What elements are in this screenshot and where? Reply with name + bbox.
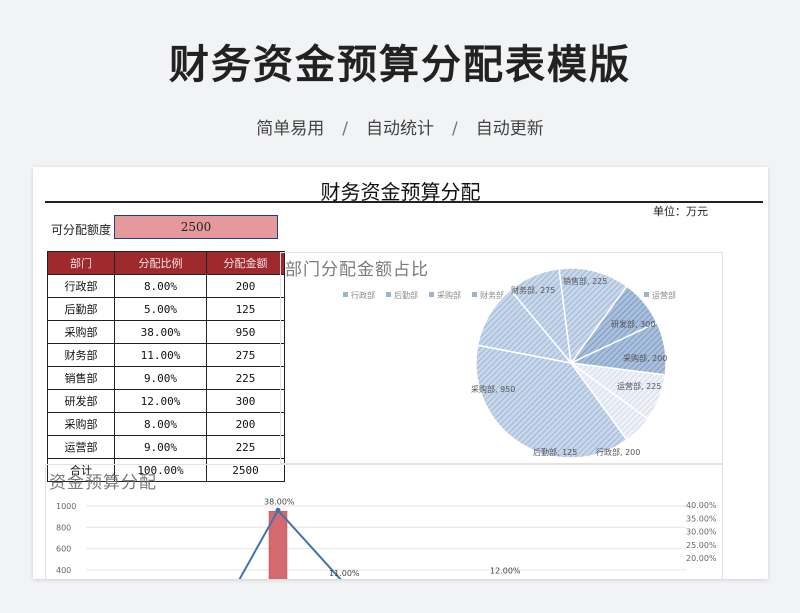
- alloc-value-cell[interactable]: 2500: [114, 215, 278, 239]
- pie-data-label: 运营部, 225: [617, 381, 661, 391]
- y-left-tick: 1000: [56, 502, 76, 511]
- ratio-label: 12.00%: [490, 567, 521, 576]
- legend-label: 采购部: [437, 290, 461, 300]
- ratio-label: 11.00%: [329, 569, 360, 578]
- pie-data-label: 销售部, 225: [563, 276, 607, 286]
- table-row: 采购部 38.00% 950: [47, 320, 285, 344]
- legend-item: 后勤部: [386, 290, 418, 300]
- table-row: 运营部 9.00% 225: [47, 435, 285, 459]
- pie-data-label: 采购部, 200: [623, 353, 667, 363]
- tag-separator: /: [452, 119, 458, 139]
- bar-chart-panel[interactable]: 资金预算分配 1000 800 600 400 40.00% 35.00% 30.00% 25…: [45, 464, 723, 579]
- unit-label: 单位：万元: [653, 205, 708, 218]
- bar-axes: 1000 800 600 400 40.00% 35.00% 30.00% 25.00% 20.…: [56, 501, 717, 575]
- y-left-tick: 600: [56, 545, 71, 554]
- cell-dept[interactable]: 研发部: [47, 389, 115, 413]
- pie-data-label: 采购部, 950: [471, 384, 515, 394]
- pie-data-label: 研发部, 300: [611, 319, 655, 329]
- legend-swatch: [386, 292, 391, 297]
- cell-ratio[interactable]: 11.00%: [114, 343, 207, 367]
- cell-ratio[interactable]: 9.00%: [114, 366, 207, 390]
- legend-label: 运营部: [652, 290, 676, 300]
- y-right-tick: 40.00%: [686, 501, 717, 510]
- ratio-point: [275, 507, 281, 513]
- cell-amount[interactable]: 275: [206, 343, 285, 367]
- legend-item: 运营部: [644, 290, 676, 300]
- legend-label: 行政部: [351, 290, 375, 300]
- banner-title: 财务资金预算分配表模版: [169, 42, 631, 88]
- y-right-tick: 30.00%: [686, 528, 717, 537]
- legend-item: 财务部: [472, 290, 504, 300]
- table-row: 行政部 8.00% 200: [47, 274, 285, 298]
- legend-swatch: [644, 292, 649, 297]
- cell-amount[interactable]: 200: [206, 412, 285, 436]
- header-ratio: 分配比例: [114, 251, 207, 275]
- cell-amount[interactable]: 225: [206, 435, 285, 459]
- legend-swatch: [343, 292, 348, 297]
- table-row: 采购部 8.00% 200: [47, 412, 285, 436]
- legend-label: 后勤部: [394, 290, 418, 300]
- header-dept: 部门: [47, 251, 115, 275]
- y-right-tick: 20.00%: [686, 554, 717, 563]
- ratio-label: 38.00%: [264, 497, 295, 506]
- legend-item: 行政部: [343, 290, 375, 300]
- pie-chart-panel[interactable]: 部门分配金额占比 行政部后勤部采购部财务部销售部研发部采购部运营部 行政部, 2…: [280, 252, 723, 464]
- cell-amount[interactable]: 950: [206, 320, 285, 344]
- cell-dept[interactable]: 采购部: [47, 412, 115, 436]
- pie-data-label: 行政部, 200: [596, 447, 640, 457]
- table-row: 销售部 9.00% 225: [47, 366, 285, 390]
- cell-ratio[interactable]: 8.00%: [114, 274, 207, 298]
- table-row: 后勤部 5.00% 125: [47, 297, 285, 321]
- tag-separator: /: [342, 119, 348, 139]
- table-row: 研发部 12.00% 300: [47, 389, 285, 413]
- pie-data-label: 后勤部, 125: [533, 447, 577, 457]
- cell-amount[interactable]: 200: [206, 274, 285, 298]
- tag-auto-update: 自动更新: [475, 119, 544, 139]
- pie-data-label: 财务部, 275: [511, 285, 555, 295]
- cell-ratio[interactable]: 9.00%: [114, 435, 207, 459]
- cell-dept[interactable]: 后勤部: [47, 297, 115, 321]
- cell-ratio[interactable]: 12.00%: [114, 389, 207, 413]
- legend-item: 采购部: [429, 290, 461, 300]
- cell-ratio[interactable]: 8.00%: [114, 412, 207, 436]
- table-row: 财务部 11.00% 275: [47, 343, 285, 367]
- header-amount: 分配金额: [206, 251, 285, 275]
- cell-dept[interactable]: 财务部: [47, 343, 115, 367]
- legend-swatch: [472, 292, 477, 297]
- cell-amount[interactable]: 300: [206, 389, 285, 413]
- y-left-tick: 800: [56, 523, 71, 532]
- cell-dept[interactable]: 采购部: [47, 320, 115, 344]
- tag-auto-stats: 自动统计: [366, 119, 434, 139]
- table-header-row: 部门 分配比例 分配金额: [47, 251, 285, 275]
- cell-dept[interactable]: 销售部: [47, 366, 115, 390]
- combo-chart: 1000 800 600 400 40.00% 35.00% 30.00% 25.00% 20.…: [56, 497, 717, 579]
- cell-dept[interactable]: 运营部: [47, 435, 115, 459]
- cell-amount[interactable]: 225: [206, 366, 285, 390]
- y-right-tick: 35.00%: [686, 514, 717, 523]
- cell-amount[interactable]: 125: [206, 297, 285, 321]
- pie-slices: [475, 267, 667, 459]
- alloc-label: 可分配额度: [51, 223, 112, 237]
- y-left-tick: 400: [56, 566, 71, 575]
- banner-tagline: 简单易用 / 自动统计 / 自动更新: [0, 114, 800, 139]
- legend-swatch: [429, 292, 434, 297]
- pie-chart: 行政部后勤部采购部财务部销售部研发部采购部运营部 行政部, 200后勤部, 12…: [343, 267, 676, 459]
- cell-ratio[interactable]: 38.00%: [114, 320, 207, 344]
- y-right-tick: 25.00%: [686, 541, 717, 550]
- spreadsheet-preview: 财务资金预算分配 单位：万元 可分配额度 2500 部门 分配比例 分配金额 行…: [33, 167, 768, 579]
- department-table: 部门 分配比例 分配金额 行政部 8.00% 200 后勤部 5.00% 125 采购部…: [47, 251, 285, 482]
- tag-easy: 简单易用: [256, 119, 325, 139]
- cell-dept[interactable]: 行政部: [47, 274, 115, 298]
- cell-ratio[interactable]: 5.00%: [114, 297, 207, 321]
